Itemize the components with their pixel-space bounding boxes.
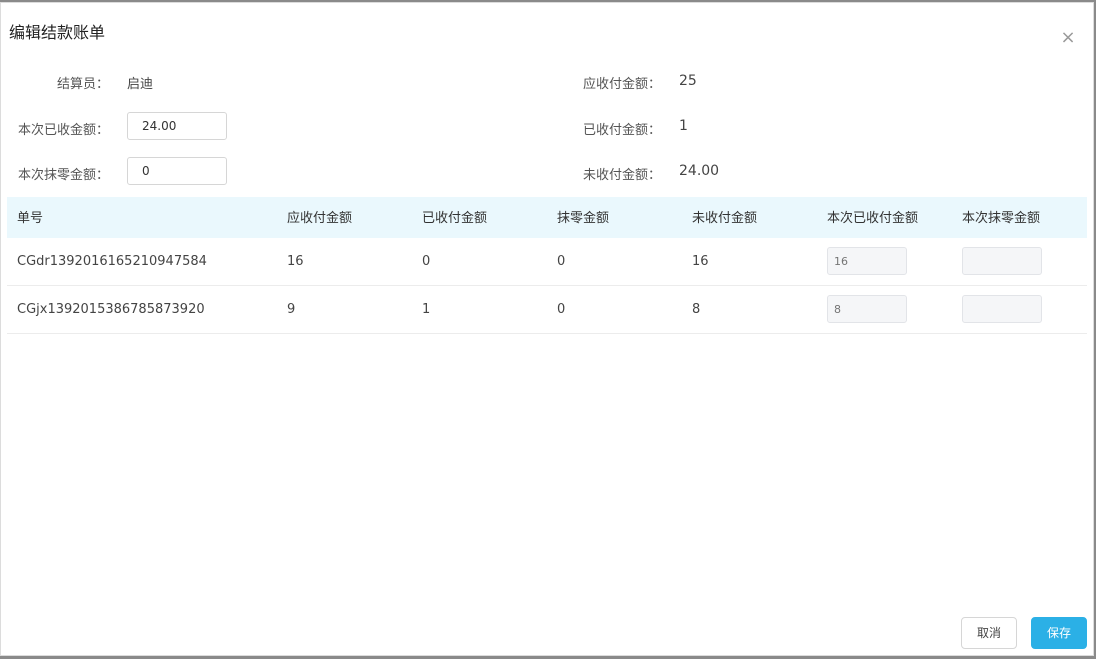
settler-label: 结算员： xyxy=(56,77,109,92)
rounding-amount-label: 本次抹零金额： xyxy=(17,168,109,183)
this-rounding-input[interactable] xyxy=(962,295,1042,323)
edit-settlement-dialog: 编辑结款账单 × 结算员： 启迪 本次已收金额： 本次抹零金额： 应收付金额： … xyxy=(0,2,1094,656)
column-header-this-rounding: 本次抹零金额 xyxy=(962,211,1041,226)
unpaid-cell: 8 xyxy=(692,302,701,317)
receivable-cell: 9 xyxy=(287,302,296,317)
this-paid-input[interactable] xyxy=(827,247,907,275)
cancel-button[interactable]: 取消 xyxy=(961,617,1017,649)
order-no-cell: CGjx1392015386785873920 xyxy=(17,302,205,317)
column-header-unpaid: 未收付金额 xyxy=(692,211,758,226)
column-header-this-paid: 本次已收付金额 xyxy=(827,211,919,226)
orders-table: 单号 应收付金额 已收付金额 抹零金额 未收付金额 本次已收付金额 本次抹零金额… xyxy=(7,197,1087,334)
paid-amount-value: 1 xyxy=(679,118,688,134)
column-header-paid: 已收付金额 xyxy=(422,211,488,226)
table-row: CGjx1392015386785873920 9 1 0 8 xyxy=(7,286,1087,334)
close-icon[interactable]: × xyxy=(1059,29,1077,47)
unpaid-amount-label: 未收付金额： xyxy=(582,168,661,183)
this-rounding-input[interactable] xyxy=(962,247,1042,275)
column-header-order-no: 单号 xyxy=(17,211,44,226)
unpaid-amount-value: 24.00 xyxy=(679,163,720,179)
receivable-cell: 16 xyxy=(287,254,304,269)
table-row: CGdr1392016165210947584 16 0 0 16 xyxy=(7,238,1087,286)
this-paid-input[interactable] xyxy=(827,295,907,323)
paid-cell: 1 xyxy=(422,302,431,317)
received-amount-label: 本次已收金额： xyxy=(17,123,109,138)
table-header: 单号 应收付金额 已收付金额 抹零金额 未收付金额 本次已收付金额 本次抹零金额 xyxy=(7,197,1087,238)
column-header-rounding: 抹零金额 xyxy=(557,211,610,226)
rounding-cell: 0 xyxy=(557,302,566,317)
received-amount-input[interactable] xyxy=(127,112,227,140)
dialog-title: 编辑结款账单 xyxy=(9,23,106,42)
paid-cell: 0 xyxy=(422,254,431,269)
receivable-amount-label: 应收付金额： xyxy=(582,77,661,92)
save-button[interactable]: 保存 xyxy=(1031,617,1087,649)
paid-amount-label: 已收付金额： xyxy=(582,123,661,138)
settler-value: 启迪 xyxy=(127,77,154,92)
unpaid-cell: 16 xyxy=(692,254,709,269)
receivable-amount-value: 25 xyxy=(679,73,697,89)
order-no-cell: CGdr1392016165210947584 xyxy=(17,254,207,269)
column-header-receivable: 应收付金额 xyxy=(287,211,353,226)
rounding-amount-input[interactable] xyxy=(127,157,227,185)
rounding-cell: 0 xyxy=(557,254,566,269)
